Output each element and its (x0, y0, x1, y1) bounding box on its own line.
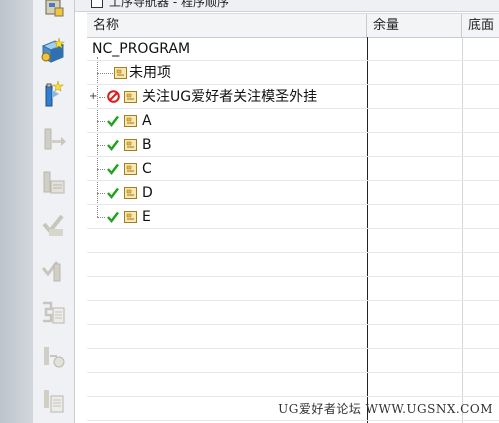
empty-row (87, 325, 499, 349)
program-group-icon (124, 211, 137, 223)
empty-row (87, 373, 499, 397)
tree-row-e[interactable]: E (87, 205, 499, 229)
column-header: 名称 余量 底面 (87, 13, 499, 38)
program-order-icon[interactable] (37, 0, 69, 24)
row-label: 关注UG爱好者关注模圣外挂 (142, 89, 318, 105)
output-clsf-icon[interactable] (37, 386, 69, 416)
column-stock-header[interactable]: 余量 (367, 14, 462, 37)
tree-row-d[interactable]: D (87, 181, 499, 205)
complete-check-icon (107, 163, 119, 175)
tree-row-nc-program[interactable]: NC_PROGRAM (87, 37, 499, 61)
tree-row-b[interactable]: B (87, 133, 499, 157)
operation-toolbar (33, 0, 75, 423)
column-name-header[interactable]: 名称 (87, 14, 367, 37)
row-label: E (142, 209, 151, 225)
geometry-view-icon[interactable] (37, 36, 69, 66)
row-label: NC_PROGRAM (92, 41, 191, 57)
tree-row-program-group[interactable]: + 关注UG爱好者关注模圣外挂 (87, 85, 499, 109)
shop-doc-icon[interactable] (37, 342, 69, 372)
tree-row-c[interactable]: C (87, 157, 499, 181)
forbidden-status-icon (107, 90, 120, 103)
complete-check-icon (107, 187, 119, 199)
replay-toolpath-icon[interactable] (37, 168, 69, 198)
navigator-title: 工序导航器 - 程序顺序 (109, 0, 229, 9)
row-label: A (142, 113, 152, 129)
program-group-icon (124, 139, 137, 151)
complete-check-icon (107, 139, 119, 151)
row-label: D (142, 185, 153, 201)
tree-row-unused-items[interactable]: 未用项 (87, 61, 499, 85)
empty-row (87, 277, 499, 301)
navigator-title-bar: 工序导航器 - 程序顺序 (75, 0, 499, 12)
operation-navigator: 工序导航器 - 程序顺序 名称 余量 底面 NC_PROGRAM 未用项 + 关… (75, 0, 499, 423)
column-floor-header[interactable]: 底面 (462, 14, 499, 37)
row-label: B (142, 137, 152, 153)
program-group-icon (124, 163, 137, 175)
pin-checkbox[interactable] (91, 0, 103, 8)
row-label: 未用项 (129, 65, 171, 81)
row-label: C (142, 161, 152, 177)
complete-check-icon (107, 211, 119, 223)
program-group-icon (124, 115, 137, 127)
program-group-icon (124, 91, 137, 103)
postprocess-icon[interactable] (37, 298, 69, 328)
machine-tool-view-icon[interactable] (37, 80, 69, 110)
list-toolpath-icon[interactable] (37, 254, 69, 284)
empty-row (87, 229, 499, 253)
empty-row (87, 301, 499, 325)
verify-toolpath-icon[interactable] (37, 210, 69, 240)
program-group-icon (124, 187, 137, 199)
complete-check-icon (107, 115, 119, 127)
program-group-icon (114, 67, 127, 79)
watermark: UG爱好者论坛 WWW.UGSNX.COM (278, 402, 493, 416)
generate-toolpath-icon[interactable] (37, 124, 69, 154)
empty-row (87, 253, 499, 277)
expand-plus-icon[interactable]: + (89, 92, 97, 102)
tree-row-a[interactable]: A (87, 109, 499, 133)
empty-row (87, 349, 499, 373)
left-panel-edge (0, 0, 33, 423)
